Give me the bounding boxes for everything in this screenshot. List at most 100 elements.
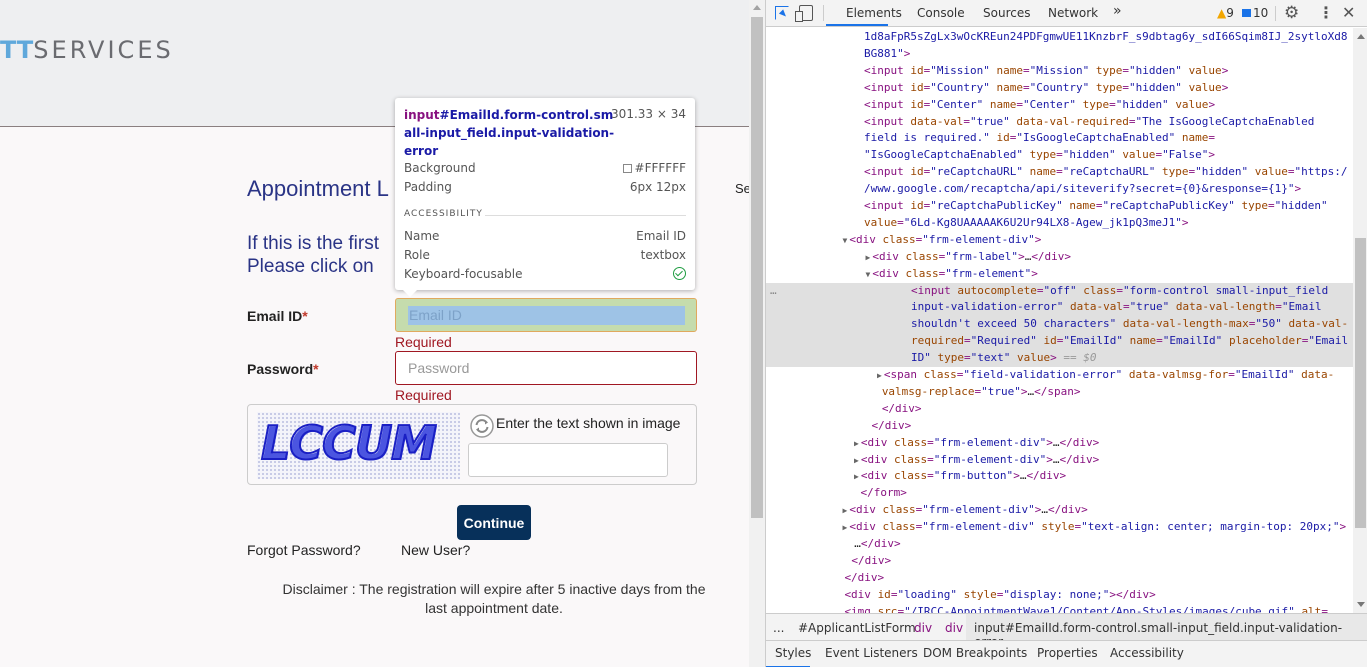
password-label: Password*	[247, 361, 319, 377]
gear-icon[interactable]: ⚙	[1284, 3, 1299, 23]
dom-node-line[interactable]: ▶ <div class="frm-element-div">…</div>	[854, 452, 1099, 470]
subtab-event-listeners[interactable]: Event Listeners	[825, 646, 918, 660]
dom-node-line[interactable]: ▶ <div class="frm-button">…</div>	[854, 468, 1066, 486]
dom-node-line[interactable]: ▶ <span class="field-validation-error" da…	[877, 367, 1334, 385]
password-input[interactable]: Password	[395, 351, 697, 385]
message-icon	[1242, 9, 1251, 17]
dom-node-line[interactable]: <input id="Country" name="Country" type=…	[864, 80, 1228, 97]
breadcrumb-current[interactable]: input#EmailId.form-control.small-input_f…	[966, 614, 1367, 649]
dom-node-line[interactable]: ▶ <div class="frm-element-div">…</div>	[843, 502, 1088, 520]
more-options-icon[interactable]: ⋮	[1318, 3, 1334, 22]
refresh-captcha-icon[interactable]	[470, 414, 494, 438]
dom-node-line[interactable]: "IsGoogleCaptchaEnabled" type="hidden" v…	[864, 147, 1215, 164]
dom-node-line[interactable]: BG881">	[864, 46, 910, 63]
divider	[485, 215, 686, 216]
dom-node-line[interactable]: /www.google.com/recaptcha/api/siteverify…	[864, 181, 1301, 198]
scroll-down-arrow-icon[interactable]	[1357, 602, 1365, 607]
breadcrumb-item[interactable]: div	[945, 621, 963, 635]
color-swatch	[622, 164, 632, 173]
tab-elements[interactable]: Elements	[846, 6, 902, 20]
expanded-arrow-icon[interactable]: ▼	[866, 270, 871, 279]
breadcrumb-item[interactable]: div	[914, 621, 932, 635]
collapsed-arrow-icon[interactable]: ▶	[854, 439, 859, 448]
dom-node-line[interactable]: </form>	[861, 485, 907, 502]
inspect-element-icon[interactable]	[775, 6, 789, 20]
source-link[interactable]: /IRCC-AppointmentWave1/Content/App-Style…	[911, 605, 1289, 613]
dom-node-line[interactable]: <input id="reCaptchaURL" name="reCaptcha…	[864, 164, 1348, 181]
email-placeholder: Email ID	[408, 306, 685, 325]
subtab-styles[interactable]: Styles	[775, 646, 811, 660]
captcha-input[interactable]	[468, 443, 668, 477]
dom-node-line[interactable]: <input id="reCaptchaPublicKey" name="reC…	[864, 198, 1328, 215]
tooltip-size: 301.33 × 34	[611, 107, 686, 121]
dom-tree[interactable]: 1d8aFpR5sZgLx3wOcKREun24PDFgmwUE11KnzbrF…	[766, 28, 1353, 613]
continue-button[interactable]: Continue	[457, 505, 531, 540]
dom-node-selected[interactable]: shouldn't exceed 50 characters" data-val…	[766, 316, 1353, 334]
dom-node-line[interactable]: value="6Ld-Kg8UAAAAAK6U2Ur94LX8-Agew_jk1…	[864, 215, 1189, 232]
dom-node-selected[interactable]: input-validation-error" data-val="true" …	[766, 299, 1353, 317]
dom-tree-scrollbar[interactable]	[1353, 28, 1367, 613]
collapsed-arrow-icon[interactable]: ▶	[854, 472, 859, 481]
scrollbar-thumb[interactable]	[751, 17, 763, 518]
new-user-link[interactable]: New User?	[401, 542, 470, 558]
dom-node-line[interactable]: <input id="Mission" name="Mission" type=…	[864, 63, 1228, 80]
divider	[1275, 6, 1276, 21]
dom-node-selected[interactable]: ID" type="text" value> == $0	[766, 350, 1353, 367]
breadcrumb-item[interactable]: #ApplicantListForm	[798, 621, 916, 635]
scrollbar-thumb[interactable]	[1355, 238, 1366, 528]
dom-node-selected[interactable]: required="Required" id="EmailId" name="E…	[766, 333, 1353, 351]
warning-icon: ▲	[1217, 6, 1227, 20]
dom-node-selected[interactable]: … <input autocomplete="off" class="form-c…	[766, 282, 1353, 300]
tab-sources[interactable]: Sources	[983, 6, 1030, 20]
page-scrollbar[interactable]	[749, 0, 765, 667]
tab-network[interactable]: Network	[1048, 6, 1098, 20]
dom-node-line[interactable]: </div>	[851, 553, 891, 570]
dom-node-line[interactable]: ▶ <div class="frm-element-div">…</div>	[854, 435, 1099, 453]
dom-node-line[interactable]: ▼ <div class="frm-element-div">	[843, 232, 1042, 250]
dom-node-line[interactable]: valmsg-replace="true">…</span>	[882, 384, 1081, 401]
collapsed-arrow-icon[interactable]: ▶	[877, 371, 882, 380]
more-tabs-icon[interactable]: »	[1113, 3, 1122, 19]
dom-node-line[interactable]: field is required." id="IsGoogleCaptchaE…	[864, 130, 1215, 147]
captcha-image: LCCUM	[257, 412, 460, 479]
subtab-properties[interactable]: Properties	[1037, 646, 1098, 660]
collapsed-arrow-icon[interactable]: ▶	[843, 523, 848, 532]
dom-node-line[interactable]: <div id="loading" style="display: none;"…	[844, 587, 1155, 604]
collapsed-arrow-icon[interactable]: ▶	[843, 506, 848, 515]
dom-node-line[interactable]: ▼ <div class="frm-element">	[866, 266, 1038, 284]
dom-node-line[interactable]: </div>	[844, 570, 884, 587]
scroll-up-arrow-icon[interactable]	[753, 5, 761, 10]
dom-node-line[interactable]: ▶ <div class="frm-element-div" style="tex…	[843, 519, 1347, 537]
password-error: Required	[395, 387, 452, 403]
dom-node-line[interactable]: <input data-val="true" data-val-required…	[864, 114, 1314, 131]
dom-node-line[interactable]: …</div>	[854, 536, 900, 553]
email-label: Email ID*	[247, 308, 308, 324]
dom-node-line[interactable]: <img src="/IRCC-AppointmentWave1/Content…	[844, 604, 1328, 613]
subtab-dom-breakpoints[interactable]: DOM Breakpoints	[923, 646, 1027, 660]
dom-node-line[interactable]: <input id="Center" name="Center" type="h…	[864, 97, 1215, 114]
forgot-password-link[interactable]: Forgot Password?	[247, 542, 361, 558]
divider	[823, 5, 824, 21]
warnings-badge[interactable]: ▲9	[1217, 6, 1234, 20]
side-text: Se	[735, 181, 749, 196]
collapsed-arrow-icon[interactable]: ▶	[854, 456, 859, 465]
dom-node-line[interactable]: </div>	[871, 418, 911, 435]
page-title: Appointment L	[247, 176, 389, 201]
dom-node-line[interactable]: </div>	[882, 401, 922, 418]
expanded-arrow-icon[interactable]: ▼	[843, 236, 848, 245]
dom-node-line[interactable]: ▶ <div class="frm-label">…</div>	[866, 249, 1072, 267]
check-circle-icon	[673, 267, 686, 280]
node-actions-icon[interactable]: …	[770, 283, 777, 300]
tab-console[interactable]: Console	[917, 6, 965, 20]
device-toolbar-icon[interactable]	[795, 5, 813, 22]
close-icon[interactable]: ✕	[1342, 3, 1355, 22]
web-page: TTSERVICES Appointment L Se If this is t…	[0, 0, 749, 667]
intro-line-1: If this is the first	[247, 233, 379, 254]
collapsed-arrow-icon[interactable]: ▶	[866, 253, 871, 262]
subtab-accessibility[interactable]: Accessibility	[1110, 646, 1184, 660]
messages-badge[interactable]: 10	[1242, 6, 1268, 20]
scroll-up-arrow-icon[interactable]	[1357, 34, 1365, 39]
email-input[interactable]: Email ID	[395, 298, 697, 332]
breadcrumb-more[interactable]: ...	[773, 621, 784, 635]
dom-node-line[interactable]: 1d8aFpR5sZgLx3wOcKREun24PDFgmwUE11KnzbrF…	[864, 29, 1347, 46]
